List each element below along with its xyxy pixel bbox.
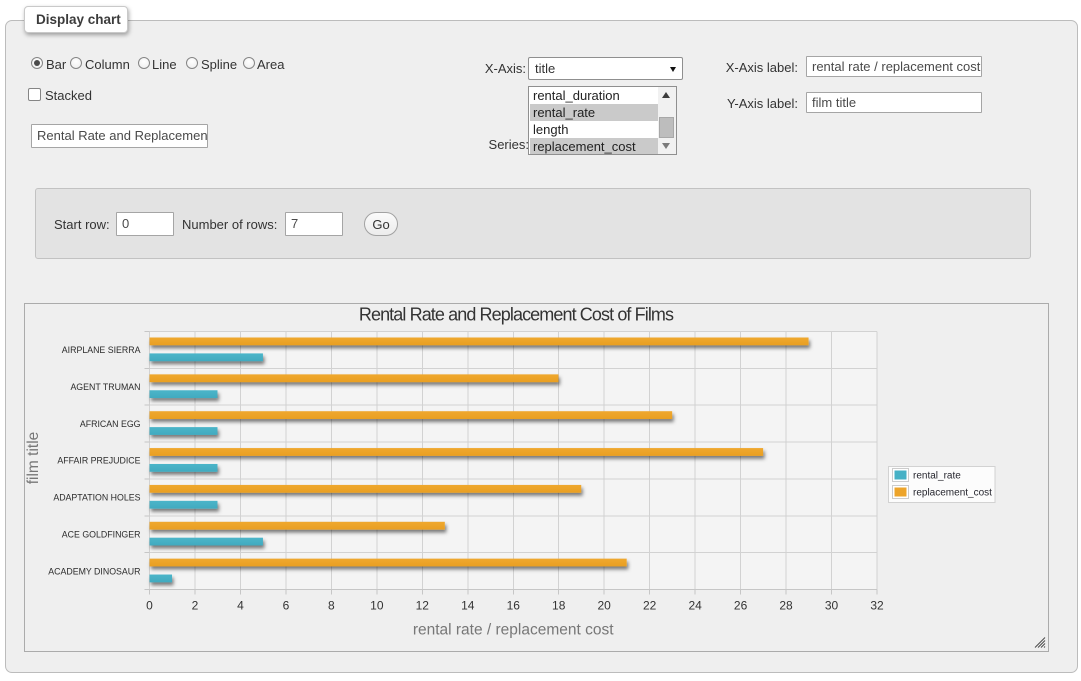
svg-text:ADAPTATION HOLES: ADAPTATION HOLES (53, 493, 140, 503)
svg-text:22: 22 (643, 599, 657, 613)
svg-text:ACADEMY DINOSAUR: ACADEMY DINOSAUR (48, 566, 140, 576)
svg-text:rental rate / replacement cost: rental rate / replacement cost (413, 622, 614, 639)
svg-text:AGENT TRUMAN: AGENT TRUMAN (70, 382, 140, 392)
svg-text:AFFAIR PREJUDICE: AFFAIR PREJUDICE (57, 456, 140, 466)
svg-text:16: 16 (507, 599, 521, 613)
svg-text:18: 18 (552, 599, 566, 613)
svg-text:8: 8 (328, 599, 335, 613)
svg-text:20: 20 (598, 599, 612, 613)
svg-text:24: 24 (688, 599, 702, 613)
svg-text:26: 26 (734, 599, 748, 613)
svg-text:replacement_cost: replacement_cost (913, 488, 992, 499)
svg-text:28: 28 (779, 599, 793, 613)
svg-text:rental_rate: rental_rate (913, 471, 961, 482)
svg-text:10: 10 (370, 599, 384, 613)
svg-text:0: 0 (146, 599, 153, 613)
svg-text:2: 2 (192, 599, 199, 613)
svg-text:AIRPLANE SIERRA: AIRPLANE SIERRA (62, 345, 141, 355)
svg-text:Rental Rate and Replacement Co: Rental Rate and Replacement Cost of Film… (359, 305, 674, 325)
svg-text:30: 30 (825, 599, 839, 613)
svg-text:ACE GOLDFINGER: ACE GOLDFINGER (62, 529, 141, 539)
svg-text:4: 4 (237, 599, 244, 613)
svg-text:12: 12 (416, 599, 430, 613)
svg-text:32: 32 (870, 599, 884, 613)
svg-text:6: 6 (283, 599, 290, 613)
svg-text:film title: film title (25, 432, 42, 485)
svg-text:14: 14 (461, 599, 475, 613)
svg-text:AFRICAN EGG: AFRICAN EGG (80, 419, 141, 429)
